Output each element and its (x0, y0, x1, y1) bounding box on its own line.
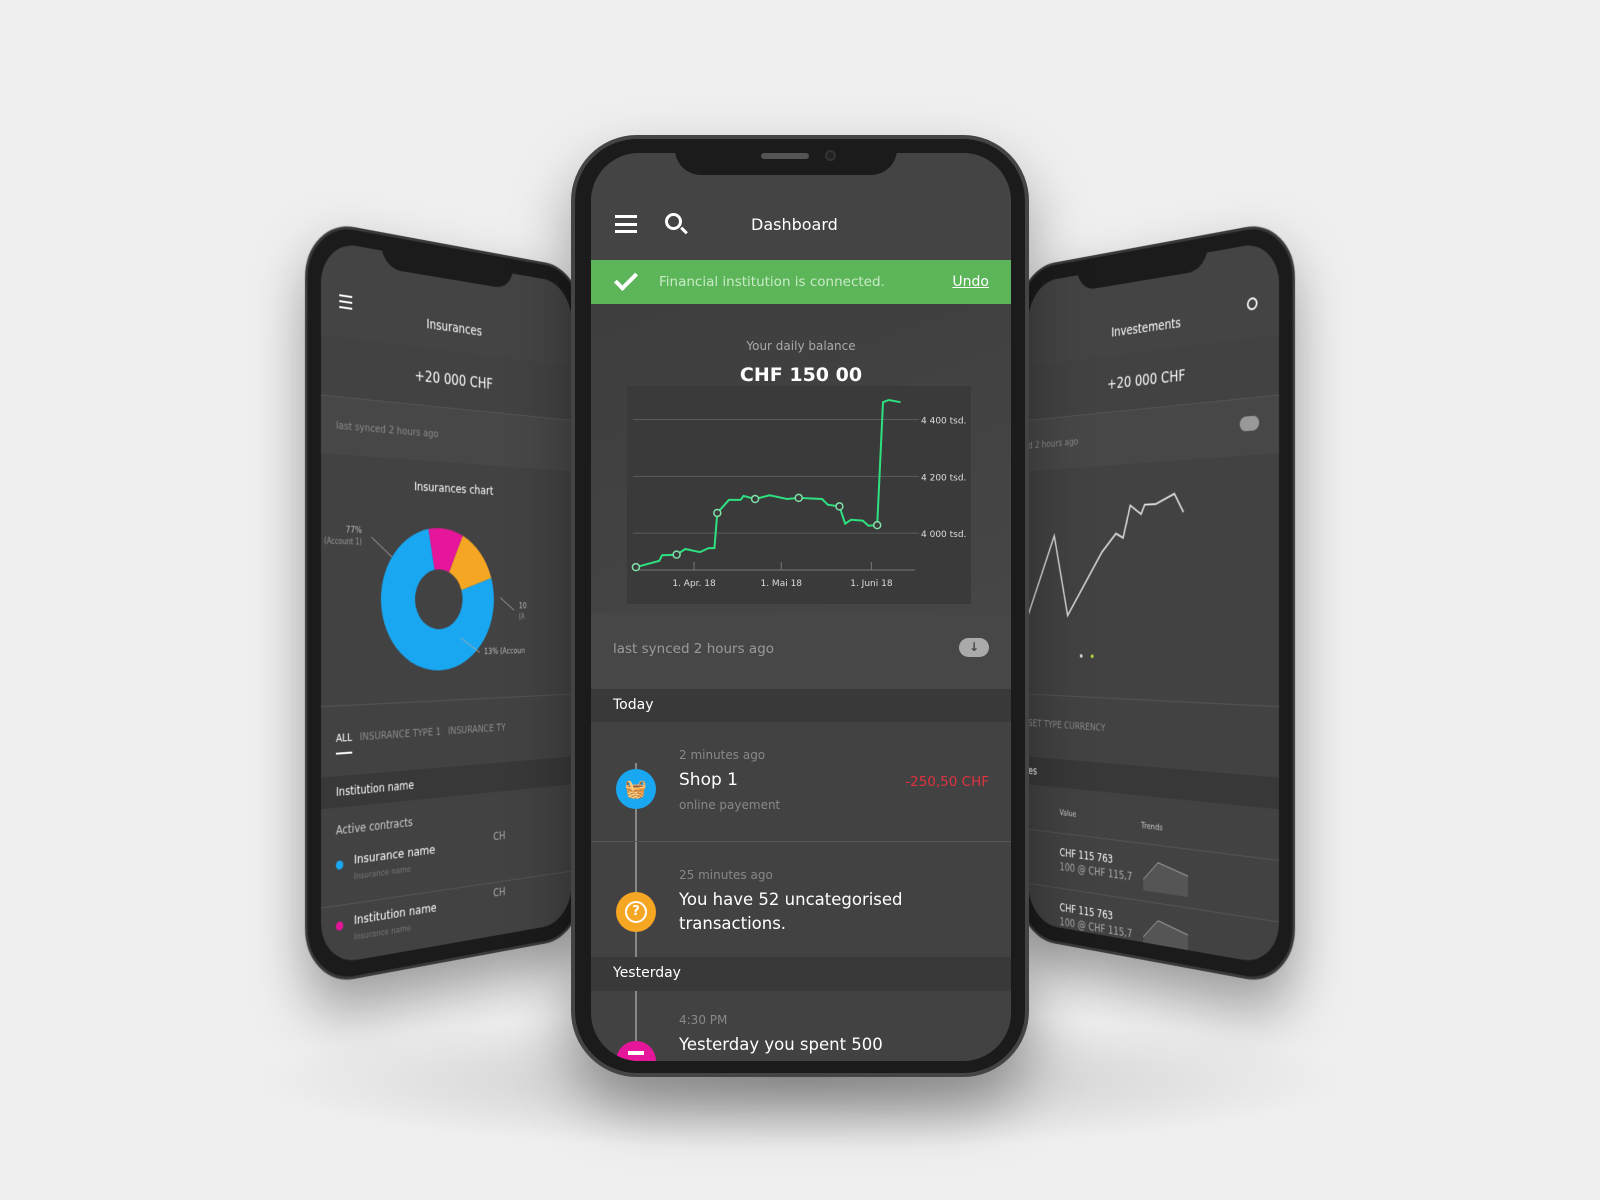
event-amount: -250,50 CHF (905, 774, 989, 790)
chart-title: Insurances chart (414, 479, 494, 499)
y-tick-label: 4 200 tsd. (921, 473, 966, 483)
balance-line (635, 398, 901, 569)
x-tick-label: 1. Mai 18 (760, 579, 802, 589)
search-icon[interactable] (665, 213, 688, 235)
data-point (794, 493, 803, 503)
speaker (761, 153, 809, 159)
x-tick-label: 1. Apr. 18 (672, 579, 716, 589)
insurances-screen: Insurances +20 000 CHF last synced 2 hou… (320, 239, 572, 967)
slice-label: 10 (519, 601, 527, 611)
section-yesterday: Yesterday (591, 957, 1011, 991)
data-point (750, 494, 760, 504)
pager-dot (1079, 654, 1083, 658)
trend-sparkline (1143, 914, 1189, 956)
y-tick-label: 4 000 tsd. (921, 530, 966, 540)
sync-status: last synced 2 hours ago (613, 641, 775, 657)
data-point (835, 502, 844, 511)
event-shop[interactable]: 2 minutes ago Shop 1 online payement -25… (591, 722, 1011, 842)
slice-label: 13% (Accoun (484, 645, 525, 656)
event-title[interactable]: You have 52 uncategorised transactions. (679, 888, 939, 936)
event-title: Shop 1 (679, 770, 738, 790)
event-time: 25 minutes ago (679, 868, 773, 882)
dashboard-screen: Dashboard Financial institution is conne… (591, 153, 1011, 1061)
question-icon: ? (616, 892, 656, 932)
section-today: Today (591, 689, 1011, 722)
item-amount: CH (493, 828, 506, 844)
center-phone: Dashboard Financial institution is conne… (571, 135, 1029, 1077)
event-time: 2 minutes ago (679, 748, 766, 762)
cloud-download-icon[interactable]: ↓ (959, 638, 989, 657)
menu-icon[interactable] (615, 215, 637, 233)
notch (675, 139, 897, 175)
right-phone: Investements +20 000 CHF d 2 hours ago S… (1015, 218, 1295, 988)
row-sub: 100 @ CHF 115,7 (1059, 860, 1133, 884)
y-tick-label: 4 400 tsd. (921, 417, 966, 427)
column-value: Value (1059, 808, 1077, 820)
minus-icon (616, 1041, 656, 1061)
data-point (872, 520, 882, 530)
banner-text: Financial institution is connected. (659, 274, 885, 290)
event-subtitle: online payement (679, 798, 781, 812)
x-tick-label: 1. Juni 18 (850, 579, 893, 589)
investments-screen: Investements +20 000 CHF d 2 hours ago S… (1028, 239, 1280, 967)
connection-banner: Financial institution is connected. Undo (591, 260, 1011, 304)
pager-dot-active (1090, 654, 1094, 659)
camera (825, 150, 836, 161)
total-amount: +20 000 CHF (1107, 366, 1186, 393)
item-amount: CH (493, 884, 506, 900)
slice-sublabel: (Account 1) (324, 536, 362, 547)
insurances-donut-chart: 77%(Account 1) 10(A 13% (Accoun (324, 524, 527, 673)
data-point (672, 550, 681, 559)
event-title[interactable]: Yesterday you spent 500 (679, 1035, 883, 1054)
balance-value: CHF 150 00 (739, 364, 863, 386)
tab-all[interactable]: ALL (335, 731, 353, 755)
item-name: Institution name (353, 900, 437, 929)
color-dot (335, 860, 344, 870)
tab-insurance-type-1[interactable]: INSURANCE TYPE 1 (360, 725, 441, 743)
slice-sublabel: (A (519, 612, 525, 621)
data-point (713, 508, 722, 518)
cloud-download-icon[interactable] (1239, 415, 1260, 432)
item-amount: CH (493, 940, 506, 956)
sync-status: d 2 hours ago (1028, 435, 1079, 452)
tab-insurance-type-2[interactable]: INSURANCE TY (448, 721, 506, 737)
undo-link[interactable]: Undo (952, 274, 989, 290)
data-point (631, 562, 641, 572)
page-title: Dashboard (751, 215, 838, 234)
investments-line-chart (1028, 468, 1279, 659)
daily-balance-chart: 4 000 tsd. 4 200 tsd. 4 400 tsd. 1. Apr. 18… (627, 386, 971, 604)
leader-line (371, 537, 391, 557)
slice-label: 77% (346, 524, 362, 535)
leader-line (500, 598, 514, 611)
event-time: 4:30 PM (679, 1013, 728, 1027)
item-name: Insurance name (353, 842, 436, 868)
color-dot (335, 921, 344, 932)
item-sub: Insurance name (353, 864, 411, 883)
total-amount: +20 000 CHF (414, 366, 493, 393)
column-trends: Trends (1141, 821, 1163, 834)
balance-label: Your daily balance (746, 339, 856, 353)
investment-trend-line (1028, 493, 1183, 616)
check-icon (613, 266, 639, 292)
basket-icon: 🧺 (616, 769, 656, 809)
trend-sparkline (1143, 857, 1189, 898)
left-phone: Insurances +20 000 CHF last synced 2 hou… (305, 218, 585, 988)
